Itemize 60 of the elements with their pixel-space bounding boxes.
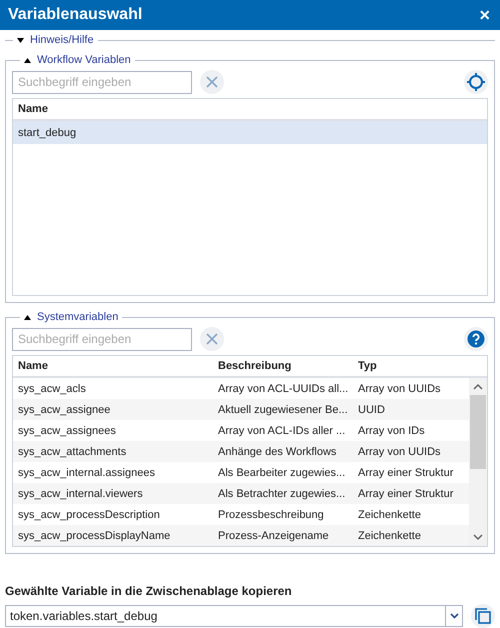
table-cell-text: Array einer Struktur <box>357 488 454 500</box>
table-cell-text: Als Bearbeiter zugewies... <box>217 466 346 478</box>
column-header[interactable]: Name <box>13 103 487 115</box>
table-cell-text: sys_acw_acls <box>17 382 87 394</box>
table-cell-text: Array einer Struktur <box>357 466 454 478</box>
table-row[interactable]: sys_acw_attachments Anhänge des Workflows Array von UUIDs <box>13 441 469 462</box>
search-field[interactable]: Suchbegriff eingeben <box>12 328 192 350</box>
close-icon <box>206 333 218 345</box>
column-header[interactable]: Beschreibung <box>213 360 353 372</box>
table-cell-text: Prozessbeschreibung <box>217 508 325 520</box>
table-cell-text: Array von IDs <box>357 424 426 436</box>
table-cell-text: sys_acw_attachments <box>17 446 128 458</box>
table-cell-text: Anhänge des Workflows <box>217 446 338 458</box>
table-cell-text: Prozess-Anzeigename <box>217 530 330 542</box>
section-toggle[interactable]: Workflow Variablen <box>24 54 131 66</box>
window-title: Variablenauswahl <box>8 6 142 24</box>
expand-arrow-icon <box>17 38 24 42</box>
scrollbar[interactable] <box>469 378 487 546</box>
caret-icon <box>450 613 458 619</box>
table-cell-text: sys_acw_internal.assignees <box>17 466 156 478</box>
table-cell-text: Array von UUIDs <box>357 446 442 458</box>
table-cell-text: sys_acw_processDescription <box>17 508 161 520</box>
copy-button[interactable] <box>471 604 495 628</box>
scroll-down-icon[interactable] <box>473 534 483 541</box>
table-cell-text: sys_acw_processDisplayName <box>17 530 172 542</box>
table-row[interactable]: sys_acw_internal.viewers Als Betrachter zugewies... Array einer Struktur <box>13 483 469 504</box>
column-header[interactable]: Name <box>13 360 213 372</box>
table-row[interactable]: sys_acw_assignee Aktuell zugewiesener Be... UUID <box>13 399 469 420</box>
table-row[interactable]: sys_acw_processDisplayName Prozess-Anzeigename Zeichenkette <box>13 525 469 546</box>
close-icon <box>206 76 218 88</box>
help-icon <box>467 330 485 348</box>
dropdown-button[interactable] <box>445 605 463 627</box>
table-cell-text: Zeichenkette <box>357 530 422 542</box>
table-cell-text: Array von ACL-UUIDs all... <box>217 382 350 394</box>
table-cell-text: sys_acw_assignee <box>17 404 112 416</box>
column-header[interactable]: Typ <box>353 360 469 372</box>
table-cell-text: Als Betrachter zugewies... <box>217 488 346 500</box>
copy-icon <box>475 608 491 624</box>
table-cell-text: UUID <box>357 404 386 416</box>
section-toggle[interactable]: Systemvariablen <box>24 311 118 323</box>
table-row[interactable]: start_debug <box>13 121 487 144</box>
section-toggle[interactable]: Hinweis/Hilfe <box>17 34 94 46</box>
table-cell-text: Array von ACL-IDs aller ... <box>217 424 346 436</box>
collapse-arrow-icon <box>24 58 31 62</box>
search-field[interactable]: Suchbegriff eingeben <box>12 70 192 94</box>
scroll-thumb[interactable] <box>470 395 486 469</box>
table-cell-text: start_debug <box>17 126 78 138</box>
table-cell-text: Zeichenkette <box>357 508 422 520</box>
variable-field[interactable]: token.variables.start_debug <box>5 605 445 627</box>
table-cell-text: Array von UUIDs <box>357 382 442 394</box>
copy-label: Gewählte Variable in die Zwischenablage kopieren <box>5 584 293 598</box>
target-button[interactable] <box>464 70 488 94</box>
crosshair-icon <box>467 73 485 91</box>
help-button[interactable] <box>464 327 488 351</box>
scroll-up-icon[interactable] <box>473 383 483 390</box>
collapse-arrow-icon <box>24 314 31 320</box>
table-cell-text: Aktuell zugewiesener Be... <box>217 404 349 416</box>
close-button[interactable]: × <box>477 6 492 24</box>
table-cell-text: sys_acw_assignees <box>17 424 117 436</box>
table-cell-text: sys_acw_internal.viewers <box>17 488 144 500</box>
